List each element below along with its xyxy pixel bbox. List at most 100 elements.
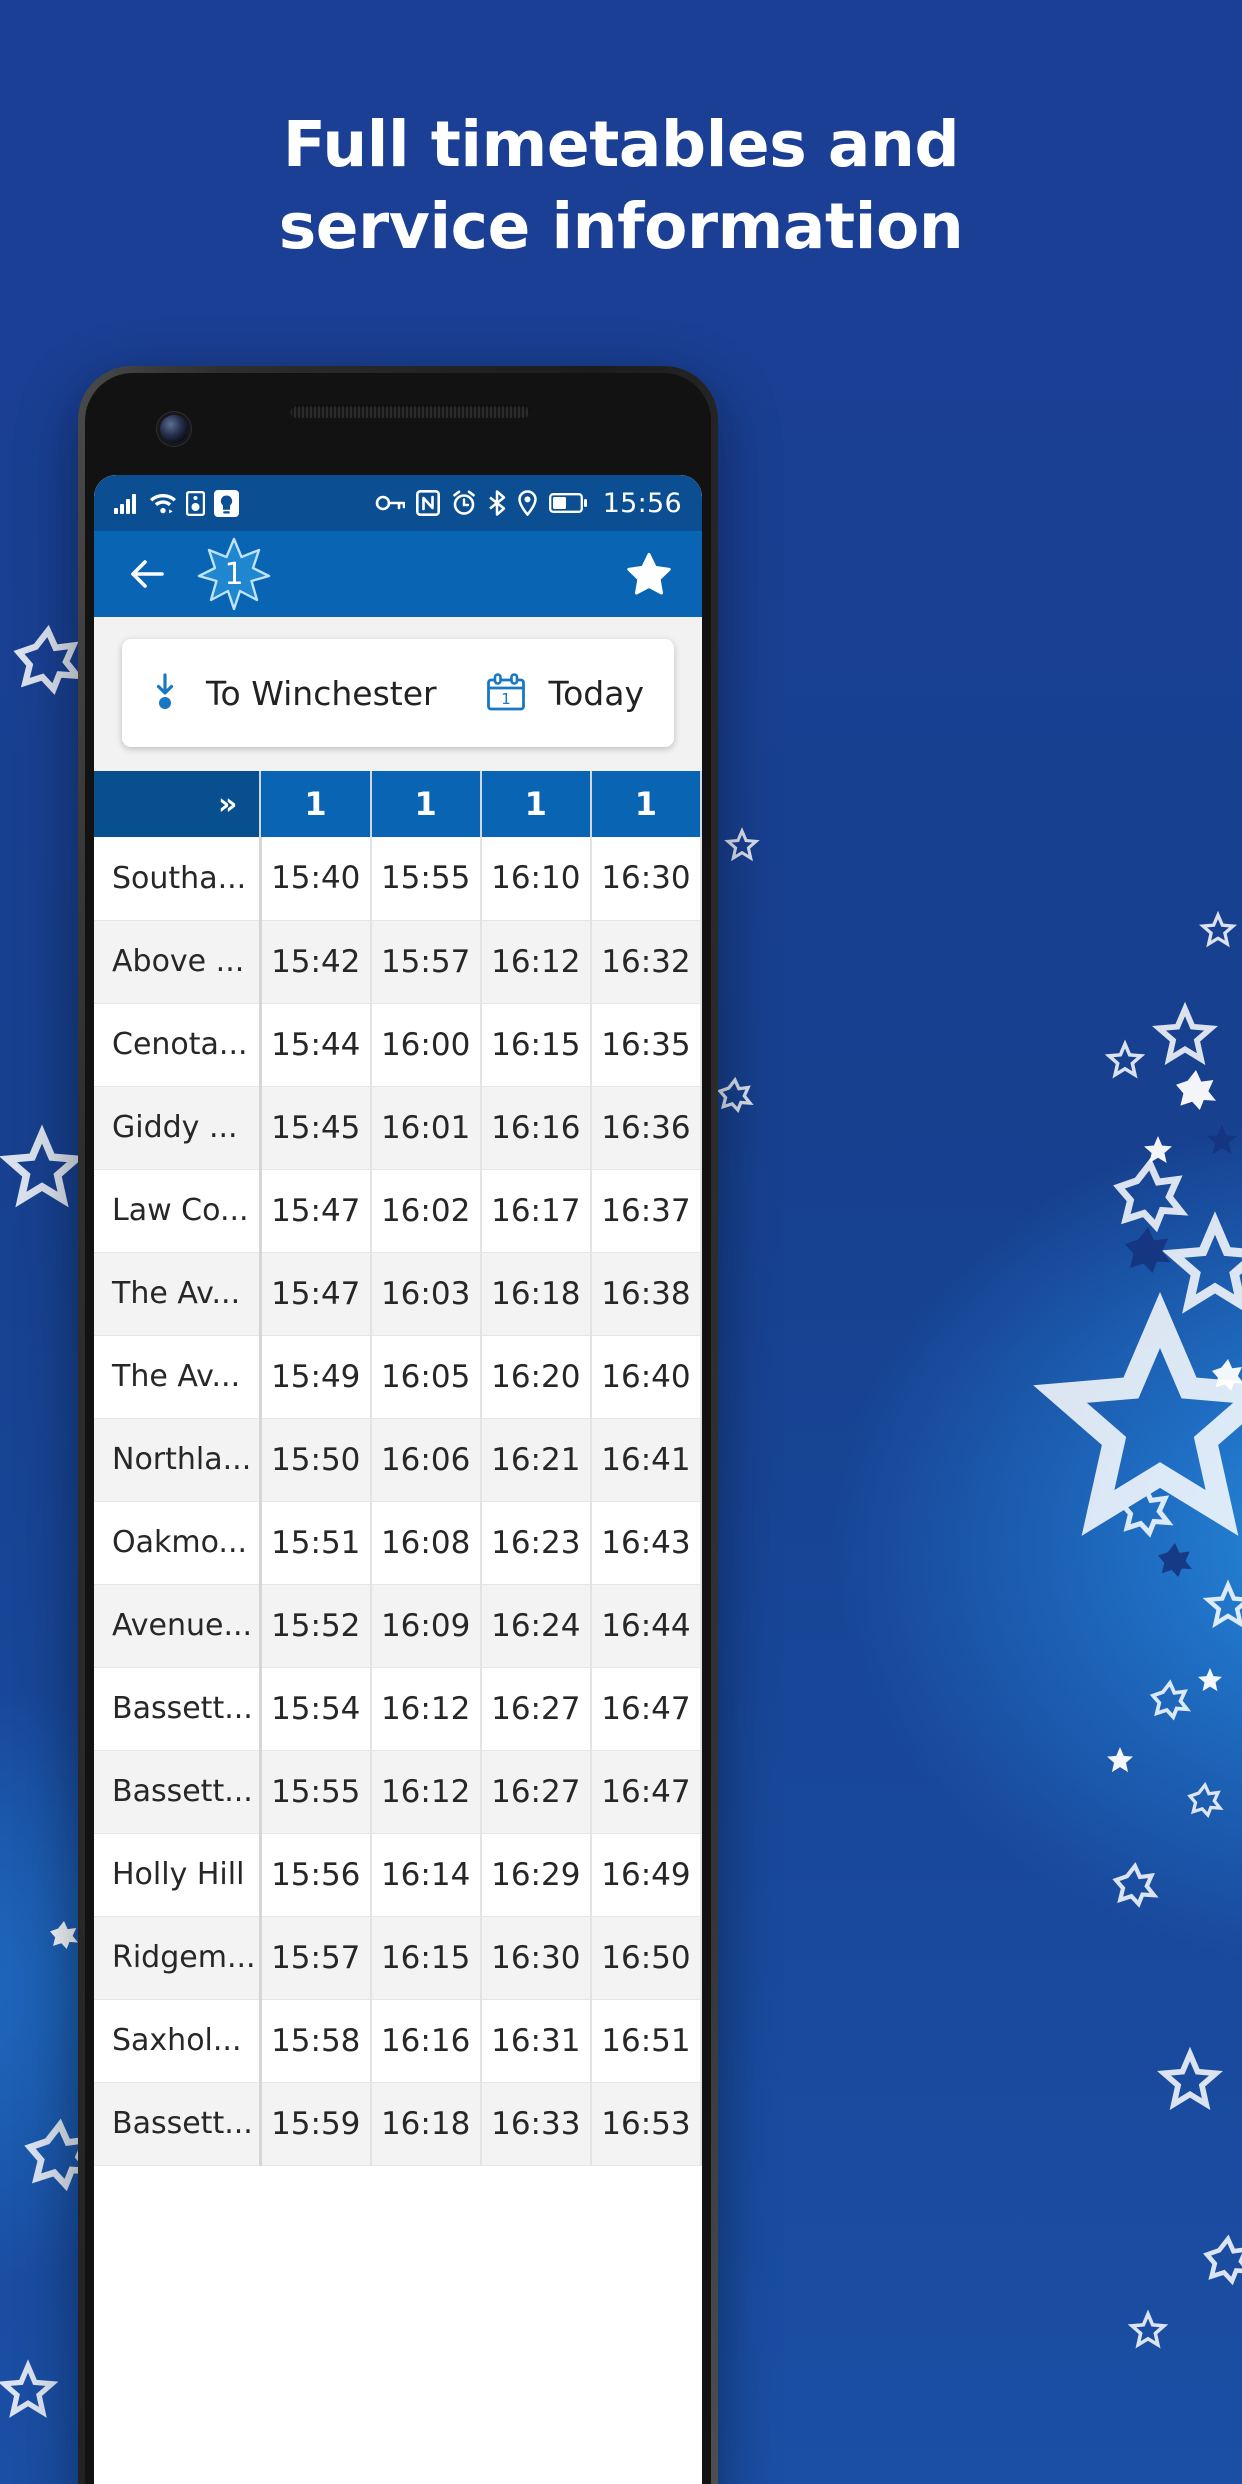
- departure-time-cell[interactable]: 16:32: [590, 920, 702, 1004]
- departure-time-cell[interactable]: 15:57: [260, 1916, 372, 2000]
- table-row[interactable]: Avenue... 15:52 16:09 16:24 16:44: [94, 1584, 702, 1668]
- departure-time-cell[interactable]: 16:30: [590, 837, 702, 921]
- date-selector[interactable]: 1 Today: [485, 672, 644, 714]
- departure-time-cell[interactable]: 16:43: [590, 1501, 702, 1585]
- stop-name-cell[interactable]: Bassett...: [94, 1667, 262, 1751]
- departure-time-cell[interactable]: 16:12: [370, 1667, 482, 1751]
- table-row[interactable]: Bassett... 15:55 16:12 16:27 16:47: [94, 1750, 702, 1834]
- departure-time-cell[interactable]: 15:40: [260, 837, 372, 921]
- stop-name-cell[interactable]: Southa...: [94, 837, 262, 921]
- departure-time-cell[interactable]: 16:02: [370, 1169, 482, 1253]
- departure-time-cell[interactable]: 16:41: [590, 1418, 702, 1502]
- departure-time-cell[interactable]: 16:12: [370, 1750, 482, 1834]
- departure-time-cell[interactable]: 16:15: [370, 1916, 482, 2000]
- departure-time-cell[interactable]: 16:29: [480, 1833, 592, 1917]
- table-row[interactable]: Law Co... 15:47 16:02 16:17 16:37: [94, 1169, 702, 1253]
- departure-time-cell[interactable]: 16:24: [480, 1584, 592, 1668]
- stop-name-cell[interactable]: The Av...: [94, 1335, 262, 1419]
- timetable-route-header[interactable]: 1: [480, 771, 592, 837]
- departure-time-cell[interactable]: 16:44: [590, 1584, 702, 1668]
- stop-name-cell[interactable]: Saxhol...: [94, 1999, 262, 2083]
- departure-time-cell[interactable]: 15:44: [260, 1003, 372, 1087]
- departure-time-cell[interactable]: 16:20: [480, 1335, 592, 1419]
- departure-time-cell[interactable]: 16:09: [370, 1584, 482, 1668]
- table-row[interactable]: Holly Hill 15:56 16:14 16:29 16:49: [94, 1833, 702, 1917]
- table-row[interactable]: The Av... 15:49 16:05 16:20 16:40: [94, 1335, 702, 1419]
- departure-time-cell[interactable]: 15:58: [260, 1999, 372, 2083]
- timetable-route-header[interactable]: 1: [590, 771, 702, 837]
- departure-time-cell[interactable]: 15:59: [260, 2082, 372, 2166]
- back-arrow-icon[interactable]: [124, 551, 170, 597]
- departure-time-cell[interactable]: 15:54: [260, 1667, 372, 1751]
- departure-time-cell[interactable]: 15:55: [260, 1750, 372, 1834]
- departure-time-cell[interactable]: 15:42: [260, 920, 372, 1004]
- stop-name-cell[interactable]: Giddy ...: [94, 1086, 262, 1170]
- departure-time-cell[interactable]: 16:47: [590, 1667, 702, 1751]
- timetable-route-header[interactable]: 1: [260, 771, 372, 837]
- departure-time-cell[interactable]: 16:33: [480, 2082, 592, 2166]
- table-row[interactable]: Above ... 15:42 15:57 16:12 16:32: [94, 920, 702, 1004]
- departure-time-cell[interactable]: 16:17: [480, 1169, 592, 1253]
- favourite-star-icon[interactable]: [626, 551, 672, 597]
- departure-time-cell[interactable]: 15:51: [260, 1501, 372, 1585]
- table-row[interactable]: Giddy ... 15:45 16:01 16:16 16:36: [94, 1086, 702, 1170]
- route-number-badge[interactable]: 1: [196, 536, 272, 612]
- stop-name-cell[interactable]: Cenota...: [94, 1003, 262, 1087]
- stop-name-cell[interactable]: Avenue...: [94, 1584, 262, 1668]
- departure-time-cell[interactable]: 16:38: [590, 1252, 702, 1336]
- departure-time-cell[interactable]: 16:15: [480, 1003, 592, 1087]
- destination-selector[interactable]: To Winchester: [152, 668, 437, 718]
- departure-time-cell[interactable]: 16:18: [370, 2082, 482, 2166]
- stop-name-cell[interactable]: The Av...: [94, 1252, 262, 1336]
- departure-time-cell[interactable]: 16:37: [590, 1169, 702, 1253]
- stop-name-cell[interactable]: Oakmo...: [94, 1501, 262, 1585]
- departure-time-cell[interactable]: 16:08: [370, 1501, 482, 1585]
- departure-time-cell[interactable]: 16:14: [370, 1833, 482, 1917]
- departure-time-cell[interactable]: 16:21: [480, 1418, 592, 1502]
- departure-time-cell[interactable]: 16:35: [590, 1003, 702, 1087]
- stop-name-cell[interactable]: Holly Hill: [94, 1833, 262, 1917]
- departure-time-cell[interactable]: 15:50: [260, 1418, 372, 1502]
- stop-name-cell[interactable]: Bassett...: [94, 2082, 262, 2166]
- departure-time-cell[interactable]: 16:00: [370, 1003, 482, 1087]
- departure-time-cell[interactable]: 15:47: [260, 1252, 372, 1336]
- table-row[interactable]: Bassett... 15:59 16:18 16:33 16:53: [94, 2082, 702, 2166]
- departure-time-cell[interactable]: 16:31: [480, 1999, 592, 2083]
- departure-time-cell[interactable]: 16:49: [590, 1833, 702, 1917]
- stop-name-cell[interactable]: Northla...: [94, 1418, 262, 1502]
- departure-time-cell[interactable]: 16:40: [590, 1335, 702, 1419]
- stop-name-cell[interactable]: Above ...: [94, 920, 262, 1004]
- departure-time-cell[interactable]: 16:10: [480, 837, 592, 921]
- departure-time-cell[interactable]: 15:57: [370, 920, 482, 1004]
- departure-time-cell[interactable]: 16:01: [370, 1086, 482, 1170]
- departure-time-cell[interactable]: 16:47: [590, 1750, 702, 1834]
- departure-time-cell[interactable]: 16:23: [480, 1501, 592, 1585]
- departure-time-cell[interactable]: 16:50: [590, 1916, 702, 2000]
- departure-time-cell[interactable]: 16:27: [480, 1667, 592, 1751]
- departure-time-cell[interactable]: 16:51: [590, 1999, 702, 2083]
- table-row[interactable]: Cenota... 15:44 16:00 16:15 16:35: [94, 1003, 702, 1087]
- stop-name-cell[interactable]: Ridgem...: [94, 1916, 262, 2000]
- departure-time-cell[interactable]: 16:03: [370, 1252, 482, 1336]
- departure-time-cell[interactable]: 15:49: [260, 1335, 372, 1419]
- timetable-expand-header[interactable]: »: [94, 771, 262, 837]
- stop-name-cell[interactable]: Bassett...: [94, 1750, 262, 1834]
- stop-name-cell[interactable]: Law Co...: [94, 1169, 262, 1253]
- departure-time-cell[interactable]: 15:45: [260, 1086, 372, 1170]
- table-row[interactable]: Saxhol... 15:58 16:16 16:31 16:51: [94, 1999, 702, 2083]
- table-row[interactable]: Bassett... 15:54 16:12 16:27 16:47: [94, 1667, 702, 1751]
- departure-time-cell[interactable]: 16:06: [370, 1418, 482, 1502]
- departure-time-cell[interactable]: 16:16: [480, 1086, 592, 1170]
- departure-time-cell[interactable]: 15:47: [260, 1169, 372, 1253]
- departure-time-cell[interactable]: 16:30: [480, 1916, 592, 2000]
- table-row[interactable]: Northla... 15:50 16:06 16:21 16:41: [94, 1418, 702, 1502]
- departure-time-cell[interactable]: 16:05: [370, 1335, 482, 1419]
- table-row[interactable]: Oakmo... 15:51 16:08 16:23 16:43: [94, 1501, 702, 1585]
- departure-time-cell[interactable]: 15:55: [370, 837, 482, 921]
- table-row[interactable]: Southa... 15:40 15:55 16:10 16:30: [94, 837, 702, 921]
- departure-time-cell[interactable]: 16:53: [590, 2082, 702, 2166]
- departure-time-cell[interactable]: 16:36: [590, 1086, 702, 1170]
- table-row[interactable]: Ridgem... 15:57 16:15 16:30 16:50: [94, 1916, 702, 2000]
- timetable-route-header[interactable]: 1: [370, 771, 482, 837]
- departure-time-cell[interactable]: 16:12: [480, 920, 592, 1004]
